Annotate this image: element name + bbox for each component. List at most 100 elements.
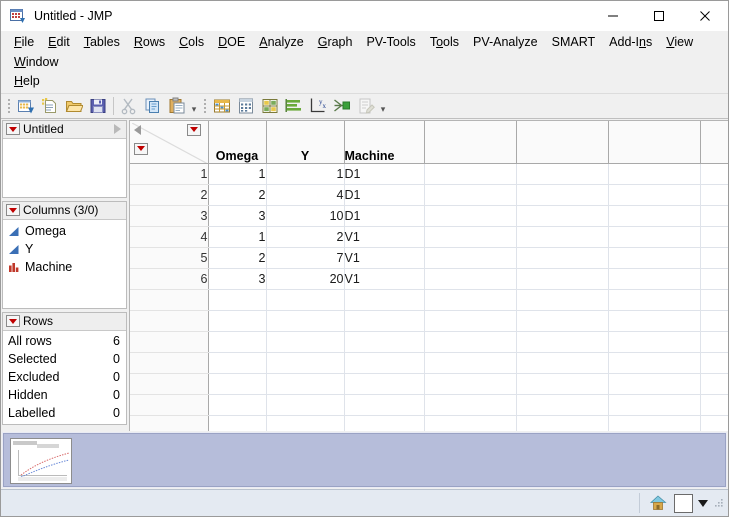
column-item-y[interactable]: Y	[3, 240, 126, 258]
cell-empty[interactable]	[344, 331, 425, 353]
cell-omega[interactable]: 2	[208, 247, 267, 269]
menu-add-ins[interactable]: Add-Ins	[602, 33, 659, 53]
cell-empty[interactable]	[266, 415, 345, 431]
cell-omega[interactable]: 2	[208, 184, 267, 206]
table-row-empty[interactable]	[130, 394, 728, 416]
cell-empty[interactable]	[608, 352, 701, 374]
menu-tables[interactable]: Tables	[77, 33, 127, 53]
red-triangle-icon[interactable]	[6, 123, 20, 135]
row-number[interactable]: 6	[130, 268, 209, 290]
rows-stat-excluded[interactable]: Excluded 0	[3, 368, 126, 386]
cell-empty[interactable]	[700, 184, 728, 206]
menu-smart[interactable]: SMART	[545, 33, 603, 53]
table-row[interactable]: 6 3 20 V1	[130, 268, 728, 290]
cell-empty[interactable]	[700, 331, 728, 353]
cell-empty[interactable]	[700, 163, 728, 185]
cell-empty[interactable]	[208, 352, 267, 374]
cell-empty[interactable]	[344, 352, 425, 374]
cell-empty[interactable]	[266, 289, 345, 311]
cell-empty[interactable]	[344, 394, 425, 416]
cut-scissors-icon[interactable]	[117, 94, 141, 118]
distribution-icon[interactable]	[282, 94, 306, 118]
cell-empty[interactable]	[424, 247, 517, 269]
cell-empty[interactable]	[516, 205, 609, 227]
table-row[interactable]: 5 2 7 V1	[130, 247, 728, 269]
cell-empty[interactable]	[266, 394, 345, 416]
cell-empty[interactable]	[208, 394, 267, 416]
cell-empty[interactable]	[700, 352, 728, 374]
row-number-empty[interactable]	[130, 331, 209, 353]
menu-pv-analyze[interactable]: PV-Analyze	[466, 33, 545, 53]
table-row[interactable]: 3 3 10 D1	[130, 205, 728, 227]
row-number-empty[interactable]	[130, 415, 209, 431]
column-header-y[interactable]: Y	[266, 120, 345, 164]
save-icon[interactable]	[86, 94, 110, 118]
row-number-empty[interactable]	[130, 289, 209, 311]
close-button[interactable]	[682, 1, 728, 31]
menu-tools[interactable]: Tools	[423, 33, 466, 53]
cell-empty[interactable]	[208, 331, 267, 353]
menu-window[interactable]: Window	[7, 53, 65, 73]
summary-icon[interactable]	[234, 94, 258, 118]
cell-empty[interactable]	[516, 289, 609, 311]
cell-empty[interactable]	[608, 184, 701, 206]
menu-edit[interactable]: Edit	[41, 33, 77, 53]
cell-empty[interactable]	[608, 331, 701, 353]
menu-doe[interactable]: DOE	[211, 33, 252, 53]
tabulate-icon[interactable]	[258, 94, 282, 118]
home-icon[interactable]	[648, 493, 668, 513]
new-script-icon[interactable]	[38, 94, 62, 118]
cell-empty[interactable]	[424, 184, 517, 206]
expander-triangle-icon[interactable]	[114, 124, 121, 134]
column-item-machine[interactable]: Machine	[3, 258, 126, 276]
rows-stat-selected[interactable]: Selected 0	[3, 350, 126, 368]
table-row-empty[interactable]	[130, 415, 728, 431]
cell-empty[interactable]	[516, 226, 609, 248]
open-folder-icon[interactable]	[62, 94, 86, 118]
cell-empty[interactable]	[608, 163, 701, 185]
menu-analyze[interactable]: Analyze	[252, 33, 310, 53]
copy-icon[interactable]	[141, 94, 165, 118]
cell-empty[interactable]	[608, 373, 701, 395]
toolbar-overflow-2[interactable]: ▾	[378, 94, 388, 118]
row-number-empty[interactable]	[130, 373, 209, 395]
paste-icon[interactable]	[165, 94, 189, 118]
cell-omega[interactable]: 1	[208, 226, 267, 248]
chevron-down-icon[interactable]	[698, 499, 708, 507]
column-header-empty-2[interactable]	[516, 120, 609, 164]
cell-y[interactable]: 10	[266, 205, 345, 227]
column-header-empty-4[interactable]	[700, 120, 728, 164]
cell-empty[interactable]	[266, 373, 345, 395]
cell-omega[interactable]: 3	[208, 205, 267, 227]
cell-empty[interactable]	[344, 289, 425, 311]
cell-empty[interactable]	[208, 289, 267, 311]
cell-empty[interactable]	[700, 373, 728, 395]
cell-empty[interactable]	[516, 352, 609, 374]
table-row-empty[interactable]	[130, 352, 728, 374]
cell-empty[interactable]	[344, 310, 425, 332]
collapse-arrow-icon[interactable]	[134, 124, 141, 135]
toolbar-grip-2[interactable]	[201, 97, 208, 115]
cell-empty[interactable]	[608, 415, 701, 431]
cell-empty[interactable]	[424, 373, 517, 395]
minimize-button[interactable]	[590, 1, 636, 31]
table-row-empty[interactable]	[130, 331, 728, 353]
row-number[interactable]: 3	[130, 205, 209, 227]
fit-y-by-x-icon[interactable]: y x	[306, 94, 330, 118]
table-row-empty[interactable]	[130, 373, 728, 395]
cell-empty[interactable]	[516, 415, 609, 431]
cell-empty[interactable]	[266, 331, 345, 353]
white-square-button[interactable]	[674, 493, 693, 513]
cell-empty[interactable]	[424, 352, 517, 374]
table-row-empty[interactable]	[130, 310, 728, 332]
menu-graph[interactable]: Graph	[311, 33, 360, 53]
row-number[interactable]: 5	[130, 247, 209, 269]
cell-empty[interactable]	[700, 394, 728, 416]
table-row[interactable]: 2 2 4 D1	[130, 184, 728, 206]
cell-empty[interactable]	[608, 310, 701, 332]
cell-empty[interactable]	[208, 415, 267, 431]
cell-empty[interactable]	[516, 310, 609, 332]
column-header-empty-1[interactable]	[424, 120, 517, 164]
cell-y[interactable]: 20	[266, 268, 345, 290]
cell-machine[interactable]: D1	[344, 163, 425, 185]
